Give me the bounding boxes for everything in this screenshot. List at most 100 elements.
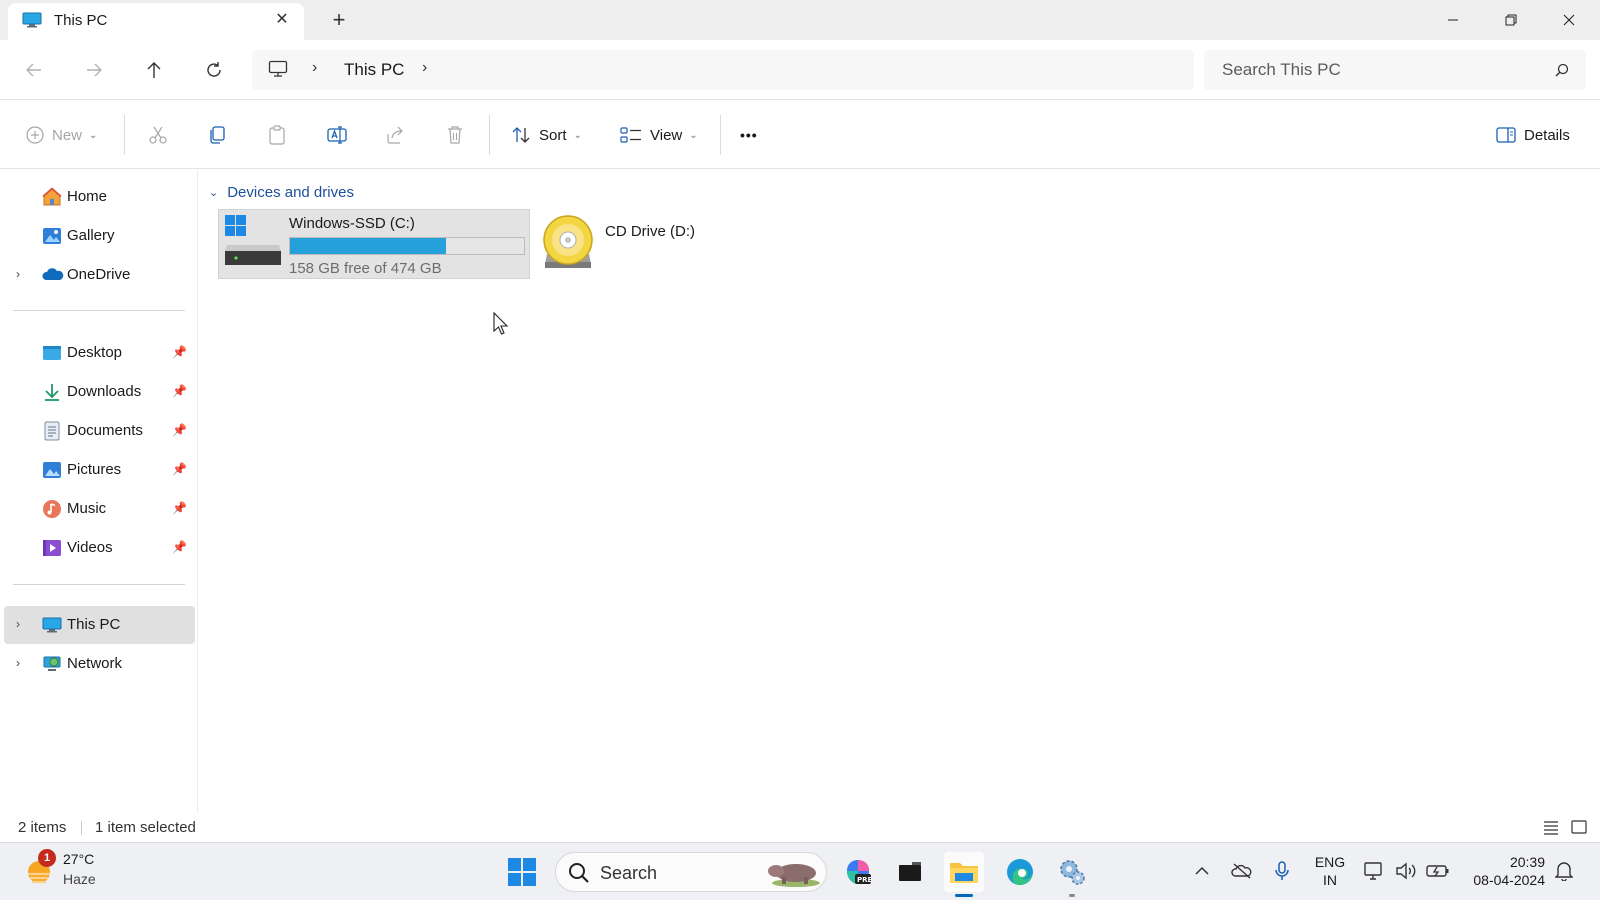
- network-tray-button[interactable]: [1362, 857, 1386, 885]
- view-button[interactable]: View ⌄: [620, 121, 698, 149]
- drive-c-tile[interactable]: Windows-SSD (C:) 158 GB free of 474 GB: [218, 209, 530, 279]
- notifications-button[interactable]: [1552, 857, 1576, 885]
- taskbar-settings-app[interactable]: [1052, 852, 1092, 897]
- search-highlight-icon: [766, 855, 822, 892]
- sidebar-item-label: Home: [67, 188, 108, 205]
- sidebar-item-label: Videos: [67, 539, 113, 556]
- title-bar: This PC ✕ +: [0, 0, 1600, 40]
- onedrive-tray-button[interactable]: [1230, 857, 1254, 885]
- details-view-button[interactable]: [1542, 818, 1560, 836]
- pin-icon[interactable]: 📌: [172, 501, 187, 515]
- arrow-right-icon: [87, 63, 102, 77]
- battery-tray-button[interactable]: [1426, 857, 1450, 885]
- plus-circle-icon: [26, 126, 44, 144]
- sidebar-item-label: Gallery: [67, 227, 115, 244]
- taskbar-copilot[interactable]: PRE: [838, 852, 878, 892]
- sort-button[interactable]: Sort ⌄: [511, 121, 582, 149]
- active-indicator: [955, 894, 973, 897]
- back-button[interactable]: [20, 56, 48, 84]
- chevron-down-icon: ⌄: [573, 129, 582, 141]
- svg-text:PRE: PRE: [857, 876, 873, 884]
- clock-button[interactable]: 20:39 08-04-2024: [1463, 853, 1545, 889]
- breadcrumb-chevron-icon[interactable]: ›: [312, 59, 317, 77]
- sidebar-item-downloads[interactable]: Downloads 📌: [4, 373, 195, 411]
- taskbar-edge[interactable]: [1000, 852, 1040, 892]
- copy-button[interactable]: [207, 121, 227, 149]
- speaker-icon: [1396, 862, 1416, 880]
- pin-icon[interactable]: 📌: [172, 345, 187, 359]
- minimize-button[interactable]: [1430, 6, 1476, 34]
- taskbar-app-dark[interactable]: [890, 852, 930, 892]
- rename-button[interactable]: [326, 121, 348, 149]
- sidebar-divider: [13, 584, 185, 585]
- start-button[interactable]: [502, 852, 542, 892]
- sidebar-item-gallery[interactable]: Gallery: [4, 217, 195, 255]
- group-header-devices[interactable]: ⌄ Devices and drives: [209, 184, 354, 201]
- new-tab-button[interactable]: +: [328, 8, 350, 32]
- sidebar-item-videos[interactable]: Videos 📌: [4, 529, 195, 567]
- taskbar-search[interactable]: Search: [555, 852, 827, 892]
- chevron-right-icon[interactable]: ›: [16, 617, 20, 631]
- drive-d-tile[interactable]: CD Drive (D:): [541, 209, 741, 279]
- more-options-button[interactable]: •••: [740, 121, 758, 149]
- up-button[interactable]: [140, 56, 168, 84]
- sidebar-item-onedrive[interactable]: › OneDrive: [4, 256, 195, 294]
- battery-charging-icon: [1426, 865, 1449, 877]
- tab-title: This PC: [54, 12, 108, 29]
- chevron-down-icon: ⌄: [689, 129, 698, 141]
- search-box[interactable]: Search This PC: [1204, 50, 1586, 90]
- share-button[interactable]: [385, 121, 405, 149]
- selection-count: 1 item selected: [95, 819, 196, 836]
- sidebar-item-home[interactable]: Home: [4, 178, 195, 216]
- tiles-view-button[interactable]: [1570, 818, 1588, 836]
- search-icon: [1554, 62, 1570, 81]
- scissors-icon: [149, 126, 167, 144]
- weather-widget[interactable]: 1 27°C Haze: [22, 849, 142, 893]
- sidebar-item-desktop[interactable]: Desktop 📌: [4, 334, 195, 372]
- details-pane-button[interactable]: Details: [1496, 121, 1570, 149]
- sidebar-item-documents[interactable]: Documents 📌: [4, 412, 195, 450]
- taskbar-file-explorer[interactable]: [944, 852, 984, 897]
- search-input[interactable]: Search This PC: [1222, 60, 1341, 80]
- weather-temp: 27°C: [63, 851, 95, 867]
- sidebar-item-music[interactable]: Music 📌: [4, 490, 195, 528]
- sidebar-divider: [13, 310, 185, 311]
- show-hidden-icons-button[interactable]: [1190, 857, 1214, 885]
- pin-icon[interactable]: 📌: [172, 384, 187, 398]
- breadcrumb-chevron-icon[interactable]: ›: [422, 59, 427, 77]
- new-button[interactable]: New ⌄: [26, 121, 97, 149]
- this-pc-icon: [22, 12, 42, 28]
- tab-this-pc[interactable]: This PC ✕: [8, 3, 304, 40]
- sidebar-item-this-pc[interactable]: › This PC: [4, 606, 195, 644]
- chevron-right-icon[interactable]: ›: [16, 656, 20, 670]
- pin-icon[interactable]: 📌: [172, 540, 187, 554]
- running-indicator: [1069, 894, 1075, 897]
- sidebar-item-pictures[interactable]: Pictures 📌: [4, 451, 195, 489]
- sidebar-item-network[interactable]: › Network: [4, 645, 195, 683]
- input-language-button[interactable]: ENG IN: [1312, 853, 1348, 889]
- refresh-button[interactable]: [200, 56, 228, 84]
- sidebar-item-label: OneDrive: [67, 266, 131, 283]
- restore-button[interactable]: [1488, 6, 1534, 34]
- desktop-folder-icon: [42, 343, 62, 363]
- chevron-right-icon[interactable]: ›: [16, 267, 20, 281]
- close-button[interactable]: [1546, 6, 1592, 34]
- paste-button[interactable]: [267, 121, 287, 149]
- sidebar-item-label: Network: [67, 655, 123, 672]
- microphone-button[interactable]: [1270, 857, 1294, 885]
- details-label: Details: [1524, 126, 1570, 144]
- weather-condition: Haze: [63, 871, 96, 887]
- cut-button[interactable]: [148, 121, 168, 149]
- breadcrumb-this-pc[interactable]: This PC: [344, 60, 404, 80]
- forward-button[interactable]: [80, 56, 108, 84]
- tab-close-icon[interactable]: ✕: [274, 11, 290, 29]
- sidebar-item-label: Pictures: [67, 461, 122, 478]
- pin-icon[interactable]: 📌: [172, 462, 187, 476]
- volume-tray-button[interactable]: [1394, 857, 1418, 885]
- arrow-left-icon: [26, 63, 41, 77]
- pin-icon[interactable]: 📌: [172, 423, 187, 437]
- restore-icon: [1505, 14, 1517, 26]
- view-label: View: [650, 126, 683, 144]
- delete-button[interactable]: [446, 121, 464, 149]
- address-bar[interactable]: › This PC ›: [252, 50, 1194, 90]
